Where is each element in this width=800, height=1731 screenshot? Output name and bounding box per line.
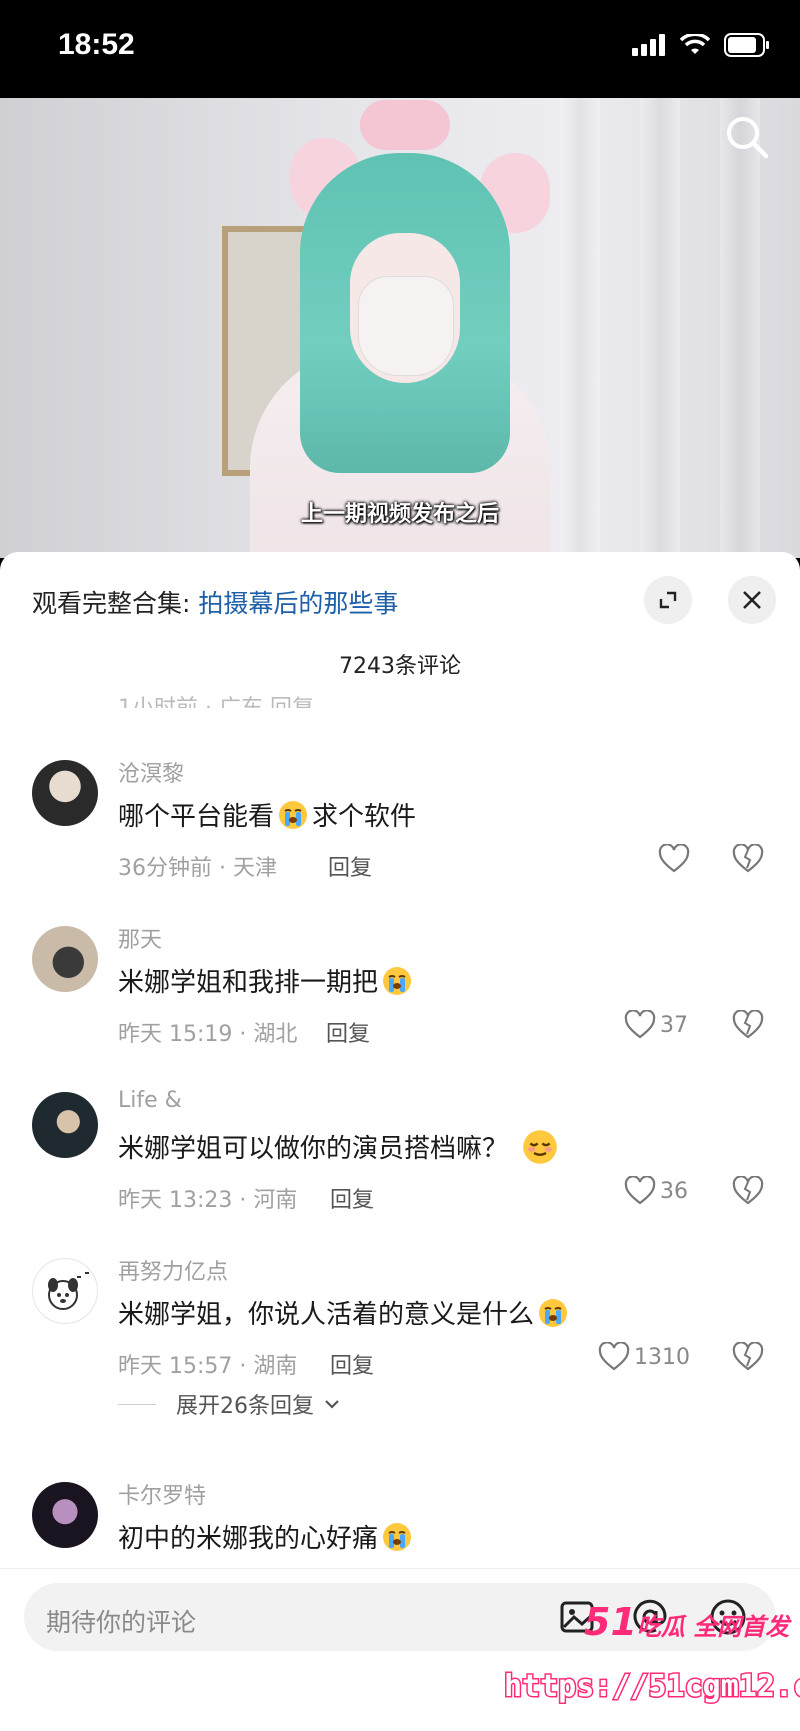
close-button[interactable]	[728, 576, 776, 624]
crying-face-icon	[539, 1298, 568, 1327]
video-person-mask	[358, 276, 454, 376]
reply-button[interactable]: 回复	[326, 1016, 370, 1048]
comment-author[interactable]: 那天	[118, 922, 162, 954]
partial-comment-row: 1小时前 · 广东 回复	[118, 690, 768, 708]
dislike-icon[interactable]	[732, 1176, 764, 1206]
heart-icon	[658, 844, 690, 873]
comment-input-placeholder: 期待你的评论	[46, 1608, 197, 1637]
video-player[interactable]: 上一期视频发布之后	[0, 98, 800, 558]
comment-author[interactable]: 再努力亿点	[118, 1254, 228, 1286]
video-subtitle: 上一期视频发布之后	[300, 502, 499, 527]
comment-item: Life & 米娜学姐可以做你的演员搭档嘛？ 昨天 13:23 · 河南 回复 …	[0, 1088, 800, 1238]
comment-author[interactable]: 卡尔罗特	[118, 1478, 206, 1510]
cellular-signal-icon	[632, 34, 665, 56]
collection-prefix: 观看完整合集:	[32, 589, 199, 618]
like-button[interactable]: 37	[624, 1010, 688, 1040]
comment-text: 米娜学姐可以做你的演员搭档嘛？	[118, 1128, 558, 1165]
status-icons	[632, 33, 770, 57]
close-icon	[743, 591, 761, 609]
crying-face-icon	[383, 1522, 412, 1551]
reply-button[interactable]: 回复	[330, 1182, 374, 1214]
expand-replies-label: 展开26条回复	[176, 1394, 314, 1419]
comment-item: 那天 米娜学姐和我排一期把 昨天 15:19 · 湖北 回复 37	[0, 922, 800, 1072]
comment-meta: 昨天 15:19 · 湖北	[118, 1022, 298, 1047]
watermark-url: https://51cgm12.com	[503, 1668, 800, 1706]
like-button[interactable]: 1310	[598, 1342, 690, 1372]
expand-icon	[659, 591, 677, 609]
expand-replies-button[interactable]: 展开26条回复	[118, 1388, 340, 1420]
avatar[interactable]	[32, 1482, 98, 1548]
divider	[118, 1403, 156, 1405]
avatar[interactable]	[32, 926, 98, 992]
comment-meta: 昨天 15:57 · 湖南	[118, 1354, 298, 1379]
dislike-icon[interactable]	[732, 844, 764, 874]
watermark-url-text: https://51cgm12.com	[504, 1669, 800, 1704]
watermark-logo: 51吃瓜 全网首发	[584, 1600, 789, 1644]
comment-text: 哪个平台能看 求个软件	[118, 796, 416, 833]
avatar[interactable]	[32, 760, 98, 826]
avatar[interactable]	[32, 1258, 98, 1324]
battery-icon	[724, 33, 769, 57]
watermark-logo-text: 吃瓜 全网首发	[636, 1613, 790, 1641]
comment-author[interactable]: 沧溟黎	[118, 756, 184, 788]
reply-button[interactable]: 回复	[330, 1348, 374, 1380]
collection-link[interactable]: 拍摄幕后的那些事	[198, 589, 398, 618]
avatar[interactable]	[32, 1092, 98, 1158]
like-count: 36	[660, 1178, 688, 1204]
expand-button[interactable]	[644, 576, 692, 624]
collection-banner[interactable]: 观看完整合集: 拍摄幕后的那些事	[32, 584, 398, 620]
crying-face-icon	[383, 966, 412, 995]
comment-count: 7243条评论	[339, 654, 461, 679]
like-count: 1310	[634, 1344, 690, 1370]
watermark-logo-number: 51	[584, 1600, 637, 1644]
comment-meta: 36分钟前 · 天津	[118, 856, 277, 881]
comment-text: 米娜学姐，你说人活着的意义是什么	[118, 1294, 568, 1331]
heart-icon	[624, 1010, 656, 1039]
video-person-bow	[360, 100, 450, 150]
cartoon-dog-avatar-icon	[48, 1272, 89, 1310]
dislike-icon[interactable]	[732, 1342, 764, 1372]
wifi-icon	[680, 34, 710, 54]
crying-face-icon	[279, 800, 308, 829]
relieved-face-icon	[523, 1129, 557, 1164]
like-button[interactable]	[658, 844, 694, 874]
comment-text: 米娜学姐和我排一期把	[118, 962, 412, 999]
like-count: 37	[660, 1012, 688, 1038]
heart-icon	[598, 1342, 630, 1371]
curtain-fold	[640, 98, 680, 558]
heart-icon	[624, 1176, 656, 1205]
chevron-down-icon	[325, 1400, 339, 1409]
status-bar: 18:52	[0, 0, 800, 98]
status-time: 18:52	[58, 28, 135, 61]
dislike-icon[interactable]	[732, 1010, 764, 1040]
comment-item: 沧溟黎 哪个平台能看 求个软件 36分钟前 · 天津 回复	[0, 756, 800, 906]
comment-text: 初中的米娜我的心好痛	[118, 1518, 412, 1555]
search-icon[interactable]	[722, 112, 772, 162]
comment-item: 再努力亿点 米娜学姐，你说人活着的意义是什么 昨天 15:57 · 湖南 回复 …	[0, 1254, 800, 1404]
reply-button[interactable]: 回复	[328, 850, 372, 882]
like-button[interactable]: 36	[624, 1176, 688, 1206]
curtain-fold	[720, 98, 760, 558]
comment-meta: 昨天 13:23 · 河南	[118, 1188, 298, 1213]
curtain-fold	[560, 98, 600, 558]
comment-author[interactable]: Life &	[118, 1088, 182, 1113]
